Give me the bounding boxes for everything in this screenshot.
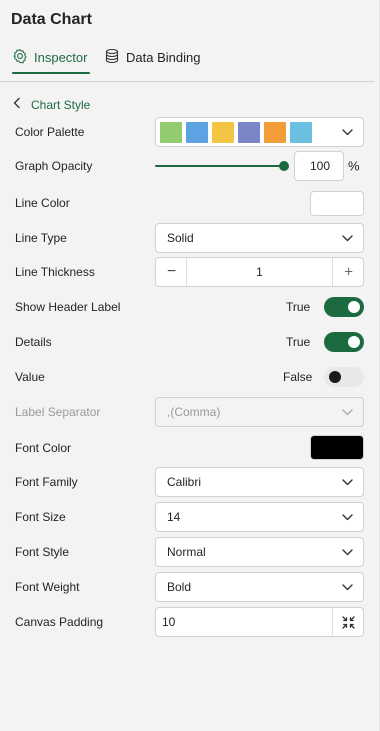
canvas-padding-label: Canvas Padding	[15, 615, 104, 629]
font-style-value: Normal	[167, 545, 206, 559]
canvas-padding-value: 10	[162, 615, 176, 629]
value-toggle[interactable]	[324, 367, 364, 387]
line-color-swatch[interactable]	[310, 191, 364, 216]
toggle-knob	[348, 301, 360, 313]
section-label: Chart Style	[31, 97, 91, 112]
row-label-separator: Label Separator ,(Comma)	[15, 397, 364, 427]
details-label: Details	[15, 335, 52, 349]
row-line-type: Line Type Solid	[15, 223, 364, 253]
line-thickness-stepper[interactable]: − 1 +	[155, 257, 364, 287]
tab-data-binding-label: Data Binding	[126, 49, 201, 65]
font-size-label: Font Size	[15, 510, 66, 524]
gear-icon	[12, 48, 34, 67]
tab-inspector[interactable]: Inspector	[12, 40, 90, 74]
palette-swatch	[238, 122, 260, 143]
palette-swatch	[160, 122, 182, 143]
font-style-dropdown[interactable]: Normal	[155, 537, 364, 567]
toggle-knob	[348, 336, 360, 348]
chevron-down-icon	[342, 508, 353, 526]
canvas-padding-input[interactable]: 10	[155, 607, 364, 637]
font-family-dropdown[interactable]: Calibri	[155, 467, 364, 497]
toggle-knob	[329, 371, 341, 383]
chevron-left-icon	[13, 97, 31, 112]
increment-button[interactable]: +	[344, 264, 353, 281]
label-separator-label: Label Separator	[15, 405, 101, 419]
show-header-label-label: Show Header Label	[15, 300, 121, 314]
row-show-header-label: Show Header Label True	[15, 292, 364, 322]
font-size-value: 14	[167, 510, 181, 524]
font-style-label: Font Style	[15, 545, 70, 559]
graph-opacity-label: Graph Opacity	[15, 159, 93, 173]
row-canvas-padding: Canvas Padding 10	[15, 607, 364, 637]
font-weight-label: Font Weight	[15, 580, 80, 594]
opacity-unit: %	[348, 158, 360, 174]
value-state: False	[283, 370, 313, 384]
chevron-down-icon	[342, 403, 353, 421]
show-header-label-state: True	[286, 300, 311, 314]
color-palette-dropdown[interactable]	[155, 117, 364, 147]
font-family-label: Font Family	[15, 475, 78, 489]
chevron-down-icon	[342, 229, 353, 247]
row-value: Value False	[15, 362, 364, 392]
tab-bar: Inspector Data Binding	[0, 40, 374, 82]
opacity-slider-thumb[interactable]	[279, 161, 289, 171]
line-type-value: Solid	[167, 231, 194, 245]
palette-swatch	[212, 122, 234, 143]
row-font-style: Font Style Normal	[15, 537, 364, 567]
row-font-color: Font Color	[15, 433, 364, 463]
font-weight-value: Bold	[167, 580, 192, 594]
label-separator-value: ,(Comma)	[167, 405, 221, 419]
opacity-slider-track[interactable]	[155, 165, 285, 167]
padding-collapse-icon[interactable]	[332, 608, 363, 636]
row-font-weight: Font Weight Bold	[15, 572, 364, 602]
section-chart-style[interactable]: Chart Style	[13, 97, 90, 112]
value-label: Value	[15, 370, 45, 384]
palette-swatches	[160, 122, 316, 143]
details-state: True	[286, 335, 311, 349]
chevron-down-icon	[342, 543, 353, 561]
panel-title: Data Chart	[11, 11, 92, 28]
font-color-label: Font Color	[15, 441, 72, 455]
tab-data-binding[interactable]: Data Binding	[104, 40, 200, 74]
row-font-size: Font Size 14	[15, 502, 364, 532]
label-separator-dropdown: ,(Comma)	[155, 397, 364, 427]
row-color-palette: Color Palette	[15, 117, 364, 147]
palette-swatch	[290, 122, 312, 143]
line-thickness-label: Line Thickness	[15, 265, 95, 279]
row-details: Details True	[15, 327, 364, 357]
font-size-dropdown[interactable]: 14	[155, 502, 364, 532]
palette-swatch	[186, 122, 208, 143]
details-toggle[interactable]	[324, 332, 364, 352]
color-palette-label: Color Palette	[15, 125, 85, 139]
row-font-family: Font Family Calibri	[15, 467, 364, 497]
show-header-label-toggle[interactable]	[324, 297, 364, 317]
line-type-label: Line Type	[15, 231, 67, 245]
row-graph-opacity: Graph Opacity 100 %	[15, 151, 364, 181]
tab-inspector-label: Inspector	[34, 49, 88, 65]
database-icon	[104, 48, 126, 67]
opacity-value-input[interactable]: 100	[294, 151, 344, 181]
chevron-down-icon	[342, 578, 353, 596]
line-type-dropdown[interactable]: Solid	[155, 223, 364, 253]
chevron-down-icon	[342, 123, 353, 141]
palette-swatch	[264, 122, 286, 143]
row-line-thickness: Line Thickness − 1 +	[15, 257, 364, 287]
font-family-value: Calibri	[167, 475, 202, 489]
stepper-divider	[332, 258, 333, 286]
font-color-swatch[interactable]	[310, 435, 364, 460]
chevron-down-icon	[342, 473, 353, 491]
line-color-label: Line Color	[15, 196, 70, 210]
font-weight-dropdown[interactable]: Bold	[155, 572, 364, 602]
row-line-color: Line Color	[15, 188, 364, 218]
